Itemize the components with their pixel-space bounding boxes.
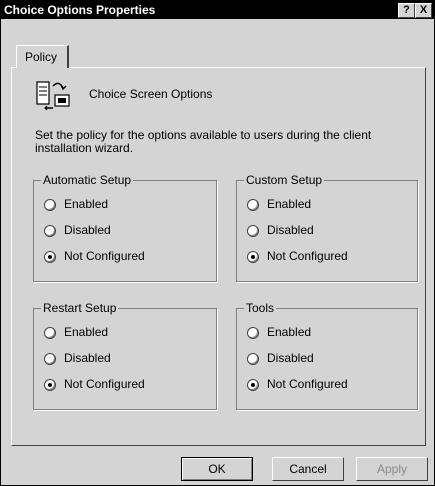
radio-label: Not Configured xyxy=(64,377,145,391)
title-bar[interactable]: Choice Options Properties ? X xyxy=(1,1,434,19)
apply-button-label: Apply xyxy=(376,462,408,476)
help-button[interactable]: ? xyxy=(398,3,415,18)
radio-label: Not Configured xyxy=(267,377,348,391)
radio-label: Enabled xyxy=(267,197,312,211)
group-automatic-setup: Automatic Setup Enabled Disabled Not Con… xyxy=(33,173,217,282)
radio-label: Disabled xyxy=(64,223,111,237)
radio-label: Enabled xyxy=(64,325,109,339)
group-tools: Tools Enabled Disabled Not Configured xyxy=(236,301,418,410)
radio-circle[interactable] xyxy=(44,225,56,237)
radio-circle[interactable] xyxy=(247,379,259,391)
group-title: Tools xyxy=(244,301,277,315)
radio-label: Disabled xyxy=(267,223,314,237)
dialog-title: Choice Options Properties xyxy=(4,3,156,17)
radio-label: Enabled xyxy=(64,197,109,211)
cancel-button-label: Cancel xyxy=(289,462,327,476)
policy-description: Set the policy for the options available… xyxy=(35,128,372,155)
radio-circle[interactable] xyxy=(247,327,259,339)
radio-circle[interactable] xyxy=(44,199,56,211)
cancel-button[interactable]: Cancel xyxy=(272,457,344,481)
radio-circle[interactable] xyxy=(44,251,56,263)
radio-circle[interactable] xyxy=(247,251,259,263)
radio-circle[interactable] xyxy=(44,379,56,391)
radio-circle[interactable] xyxy=(44,327,56,339)
apply-button[interactable]: Apply xyxy=(356,457,428,481)
tab-policy[interactable]: Policy xyxy=(16,45,69,68)
close-button[interactable]: X xyxy=(415,3,432,18)
radio-label: Not Configured xyxy=(64,249,145,263)
group-title: Restart Setup xyxy=(41,301,119,315)
radio-circle[interactable] xyxy=(247,199,259,211)
radio-label: Not Configured xyxy=(267,249,348,263)
header-title: Choice Screen Options xyxy=(89,87,213,101)
policy-settings-icon xyxy=(36,81,70,111)
tab-policy-label: Policy xyxy=(25,50,58,64)
ok-button-label: OK xyxy=(208,462,226,476)
properties-dialog: Choice Options Properties ? X Policy Cho… xyxy=(0,0,435,486)
group-title: Custom Setup xyxy=(244,173,325,187)
radio-circle[interactable] xyxy=(44,353,56,365)
group-title: Automatic Setup xyxy=(41,173,134,187)
radio-circle[interactable] xyxy=(247,353,259,365)
group-custom-setup: Custom Setup Enabled Disabled Not Config… xyxy=(236,173,418,282)
radio-label: Disabled xyxy=(267,351,314,365)
group-restart-setup: Restart Setup Enabled Disabled Not Confi… xyxy=(33,301,217,410)
ok-button[interactable]: OK xyxy=(181,457,253,481)
radio-label: Disabled xyxy=(64,351,111,365)
radio-circle[interactable] xyxy=(247,225,259,237)
radio-label: Enabled xyxy=(267,325,312,339)
